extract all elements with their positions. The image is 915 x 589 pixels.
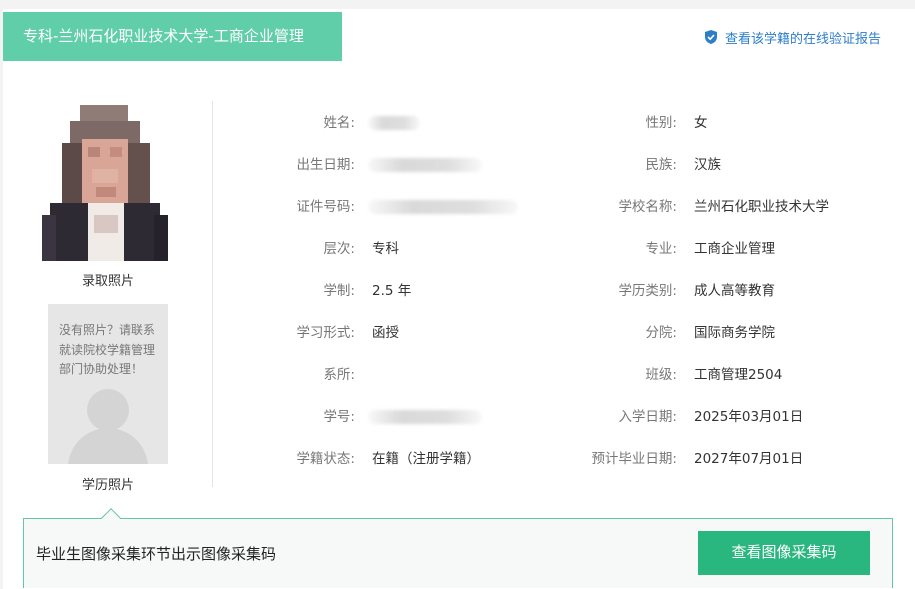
field-label: 学号: <box>323 409 355 425</box>
field-value: 函授 <box>372 325 399 341</box>
admission-photo-caption: 录取照片 <box>81 274 134 289</box>
field-value: 2025年03月01日 <box>694 409 804 425</box>
education-photo-placeholder: 没有照片？请联系就读院校学籍管理部门协助处理！ <box>48 304 168 464</box>
field-label: 性别: <box>645 115 677 131</box>
field-value: 兰州石化职业技术大学 <box>694 199 829 215</box>
field-label: 入学日期: <box>618 409 677 425</box>
field-label: 学历类别: <box>618 283 677 299</box>
avatar-head-shape <box>87 389 129 431</box>
field-label: 班级: <box>645 367 677 383</box>
avatar-body-shape <box>68 428 148 464</box>
no-photo-message: 没有照片？请联系就读院校学籍管理部门协助处理！ <box>59 323 156 376</box>
field-label: 层次: <box>323 241 355 257</box>
field-value: 工商管理2504 <box>694 367 783 383</box>
field-label: 出生日期: <box>296 157 355 173</box>
verify-link-label: 查看该学籍的在线验证报告 <box>725 31 882 47</box>
field-label: 学校名称: <box>618 199 677 215</box>
image-collection-text: 毕业生图像采集环节出示图像采集码 <box>36 545 277 563</box>
field-value: 2.5 年 <box>372 283 412 299</box>
field-label: 专业: <box>645 241 677 257</box>
view-collection-code-button[interactable]: 查看图像采集码 <box>698 531 870 575</box>
field-label: 学籍状态: <box>296 451 355 467</box>
redacted-value <box>368 158 482 172</box>
field-label: 分院: <box>645 325 677 341</box>
verify-report-link[interactable]: 查看该学籍的在线验证报告 <box>703 27 881 47</box>
field-value: 成人高等教育 <box>694 283 775 299</box>
admission-photo <box>42 103 168 261</box>
field-value: 国际商务学院 <box>694 325 775 341</box>
field-value: 2027年07月01日 <box>694 451 804 467</box>
record-title: 专科-兰州石化职业技术大学-工商企业管理 <box>3 12 342 61</box>
field-value: 工商企业管理 <box>694 241 775 257</box>
record-card <box>3 9 915 589</box>
field-value: 专科 <box>372 241 399 257</box>
field-label: 学制: <box>323 283 355 299</box>
field-value: 汉族 <box>694 157 721 173</box>
field-value: 在籍（注册学籍） <box>372 451 480 467</box>
field-label: 预计毕业日期: <box>591 451 677 467</box>
field-label: 学习形式: <box>296 325 355 341</box>
field-label: 证件号码: <box>296 199 355 215</box>
field-label: 民族: <box>645 157 677 173</box>
field-label: 姓名: <box>323 115 355 131</box>
redacted-value <box>368 116 420 130</box>
redacted-value <box>368 200 518 214</box>
redacted-value <box>368 410 482 424</box>
shield-check-icon <box>705 30 717 44</box>
column-divider <box>212 101 213 487</box>
field-value: 女 <box>694 115 708 131</box>
field-label: 系所: <box>323 367 355 383</box>
education-photo-caption: 学历照片 <box>81 478 134 493</box>
